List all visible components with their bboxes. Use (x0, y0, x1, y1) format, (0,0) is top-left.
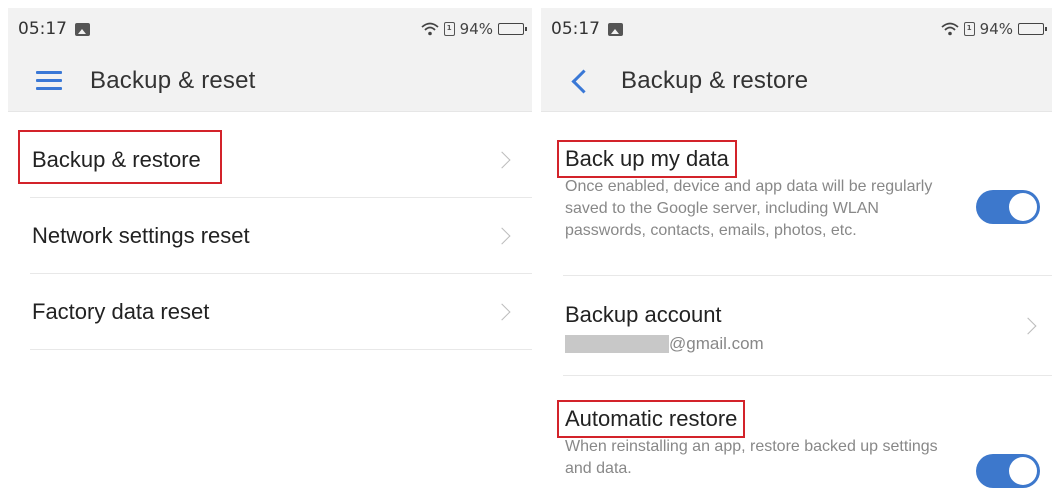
backup-restore-screen: 05:17 1 94% Backup & restore Back up my … (541, 8, 1052, 497)
chevron-right-icon (493, 227, 511, 245)
toggle-knob (1009, 193, 1037, 221)
setting-title-text: Back up my data (565, 146, 729, 171)
status-time: 05:17 (18, 19, 67, 39)
back-arrow-icon[interactable] (569, 67, 589, 95)
redacted-email-block (565, 335, 669, 353)
menu-item-network-reset[interactable]: Network settings reset (8, 198, 532, 274)
menu-item-label: Backup & restore (32, 147, 201, 172)
setting-title: Automatic restore (557, 400, 746, 438)
sim-card-icon: 1 (963, 22, 975, 36)
setting-description: When reinstalling an app, restore backed… (565, 438, 938, 477)
menu-item-backup-restore[interactable]: Backup & restore (8, 122, 532, 198)
setting-automatic-restore[interactable]: Automatic restore When reinstalling an a… (541, 376, 1052, 496)
status-bar: 05:17 1 94% (541, 8, 1052, 50)
battery-percent: 94% (979, 20, 1013, 38)
email-suffix: @gmail.com (669, 334, 764, 353)
image-notification-icon (75, 22, 90, 36)
setting-title-text: Automatic restore (565, 406, 738, 431)
status-time: 05:17 (551, 19, 600, 39)
chevron-right-icon (1019, 317, 1037, 335)
settings-list: Backup & restore Network settings reset … (8, 112, 532, 350)
auto-restore-toggle[interactable] (976, 454, 1040, 488)
setting-backup-account[interactable]: Backup account @gmail.com (541, 276, 1052, 376)
setting-title: Back up my data (557, 140, 737, 178)
menu-item-factory-reset[interactable]: Factory data reset (8, 274, 532, 350)
page-title: Backup & restore (621, 66, 809, 94)
page-title: Backup & reset (90, 66, 256, 94)
image-notification-icon (608, 22, 623, 36)
battery-percent: 94% (459, 20, 493, 38)
backup-reset-screen: 05:17 1 94% Backup & reset Backup & rest… (8, 8, 532, 497)
setting-title: Backup account (565, 302, 722, 327)
toggle-knob (1009, 457, 1037, 485)
setting-back-up-my-data[interactable]: Back up my data Once enabled, device and… (541, 112, 1052, 276)
menu-item-label: Factory data reset (32, 299, 210, 324)
app-bar: Backup & reset (8, 50, 532, 112)
sim-card-icon: 1 (443, 22, 455, 36)
chevron-right-icon (493, 151, 511, 169)
battery-icon (1018, 23, 1047, 35)
setting-description: Once enabled, device and app data will b… (565, 178, 933, 239)
wifi-icon (941, 22, 959, 36)
backup-data-toggle[interactable] (976, 190, 1040, 224)
status-bar: 05:17 1 94% (8, 8, 532, 50)
menu-icon[interactable] (36, 71, 62, 90)
menu-item-label: Network settings reset (32, 223, 250, 248)
battery-icon (498, 23, 527, 35)
account-email: @gmail.com (565, 334, 1036, 354)
app-bar: Backup & restore (541, 50, 1052, 112)
chevron-right-icon (493, 303, 511, 321)
wifi-icon (421, 22, 439, 36)
